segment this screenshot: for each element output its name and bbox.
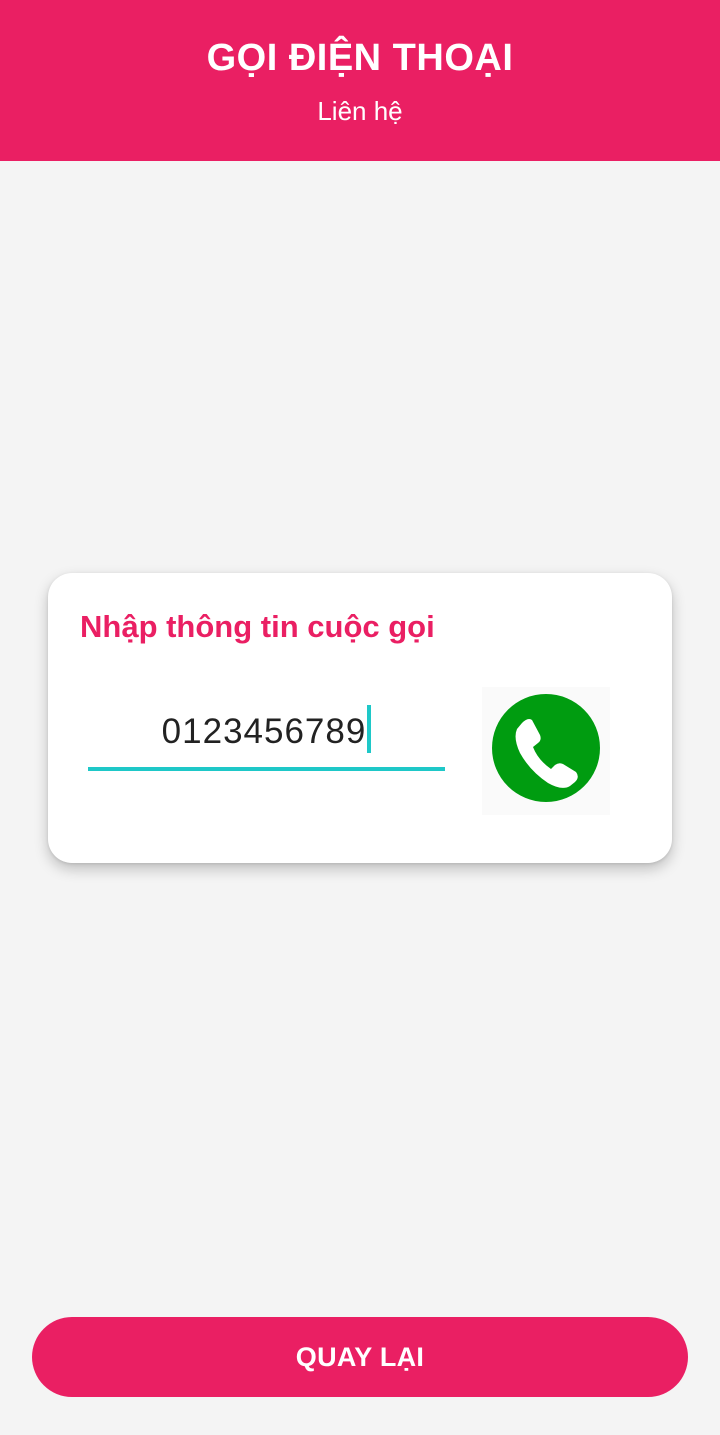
card-title: Nhập thông tin cuộc gọi [80, 609, 435, 644]
call-info-card: Nhập thông tin cuộc gọi 0123456789 [48, 573, 672, 863]
page-title: GỌI ĐIỆN THOẠI [206, 37, 514, 79]
phone-number-input[interactable]: 0123456789 [88, 697, 445, 771]
input-underline [88, 767, 445, 771]
back-button[interactable]: QUAY LẠI [32, 1317, 688, 1397]
text-caret [367, 705, 372, 753]
phone-number-value: 0123456789 [161, 712, 367, 751]
call-button[interactable] [482, 687, 610, 815]
app-header: GỌI ĐIỆN THOẠI Liên hệ [0, 0, 720, 161]
page-subtitle: Liên hệ [317, 96, 403, 126]
phone-call-icon [492, 694, 600, 802]
